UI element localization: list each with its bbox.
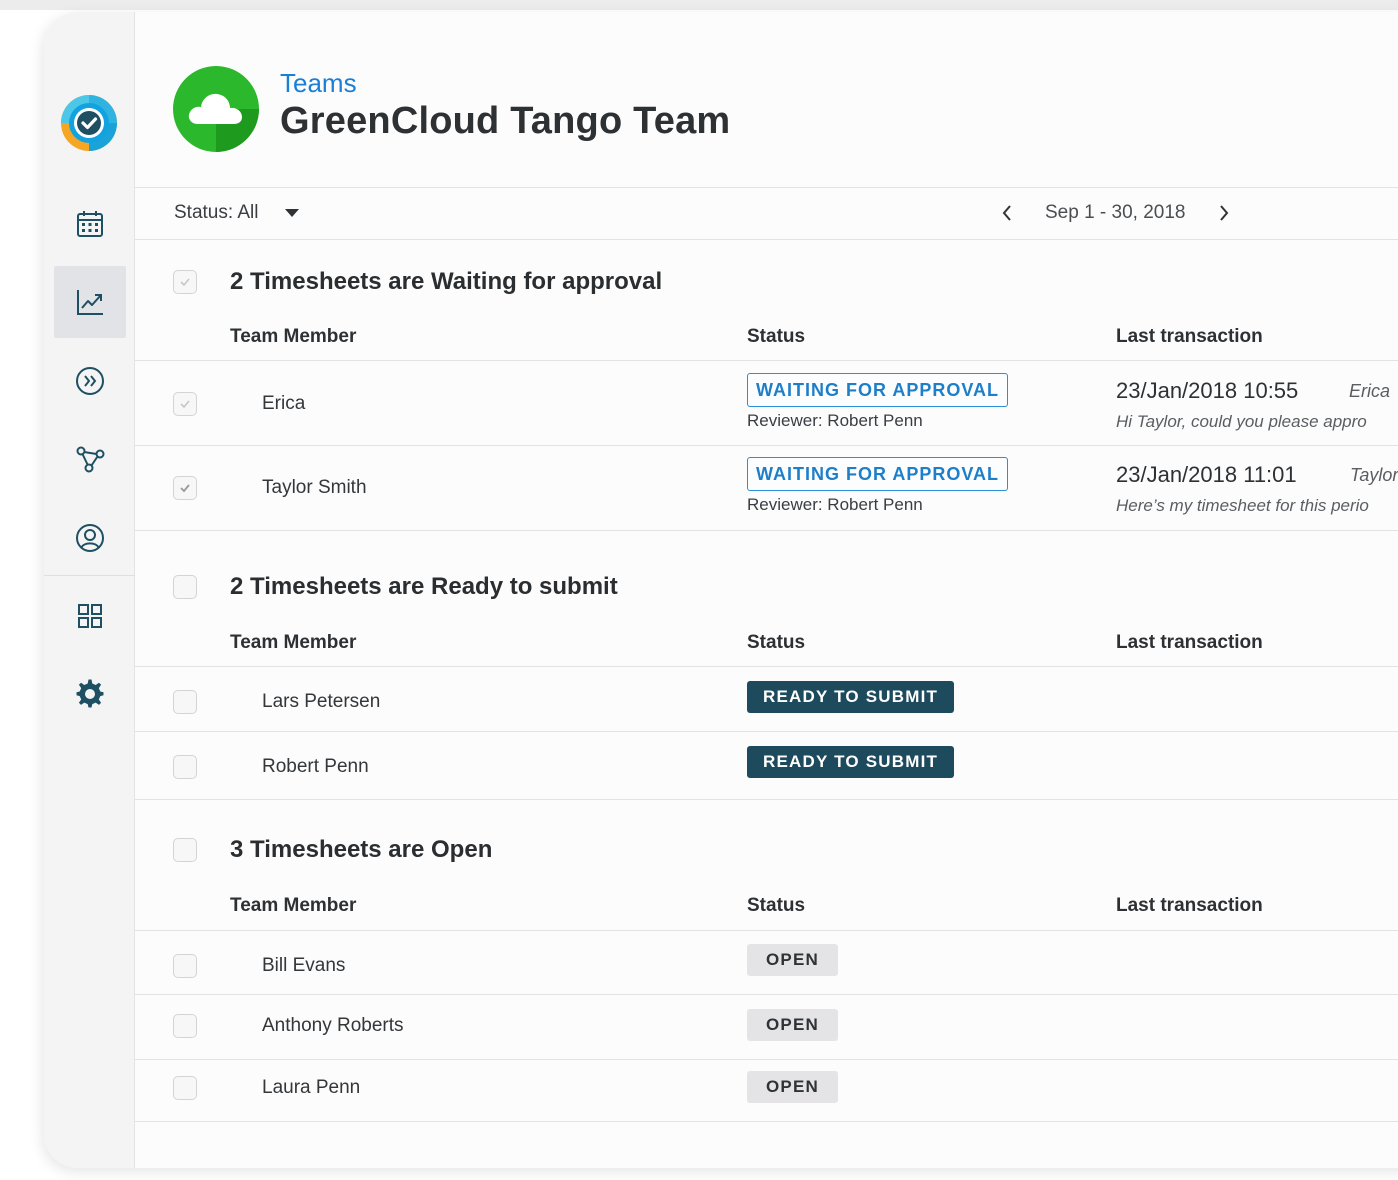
row-checkbox[interactable] bbox=[173, 392, 197, 416]
status-badge-open: OPEN bbox=[747, 944, 838, 976]
date-navigator: Sep 1 - 30, 2018 bbox=[997, 200, 1234, 226]
sidebar-divider bbox=[44, 575, 135, 576]
col-header-member: Team Member bbox=[230, 632, 357, 653]
sidebar-item-calendar[interactable] bbox=[54, 188, 126, 260]
next-period-button[interactable] bbox=[1214, 200, 1234, 226]
check-icon bbox=[180, 278, 190, 287]
app-window: Teams GreenCloud Tango Team Status: All … bbox=[44, 12, 1398, 1168]
transaction-message: Here’s my timesheet for this perio bbox=[1116, 496, 1369, 515]
check-icon bbox=[180, 484, 190, 493]
member-name[interactable]: Taylor Smith bbox=[262, 477, 367, 499]
sidebar-item-profile[interactable] bbox=[54, 502, 126, 574]
section-title-ready: 2 Timesheets are Ready to submit bbox=[230, 573, 618, 600]
calendar-icon bbox=[77, 211, 103, 237]
status-badge-ready: READY TO SUBMIT bbox=[747, 746, 955, 778]
sidebar-item-forward[interactable] bbox=[54, 345, 126, 417]
row-divider bbox=[135, 666, 1398, 667]
transaction-author: Erica bbox=[1349, 381, 1391, 401]
col-header-status: Status bbox=[747, 326, 806, 347]
row-divider bbox=[135, 930, 1398, 931]
select-all-waiting-checkbox[interactable] bbox=[173, 270, 197, 294]
select-all-open-checkbox[interactable] bbox=[173, 838, 197, 862]
sidebar-item-network[interactable] bbox=[54, 423, 126, 495]
col-header-last-transaction: Last transaction bbox=[1116, 326, 1263, 347]
row-divider bbox=[135, 1121, 1398, 1122]
page-title: GreenCloud Tango Team bbox=[280, 100, 731, 142]
status-badge-waiting: WAITING FOR APPROVAL bbox=[747, 457, 1008, 491]
previous-period-button[interactable] bbox=[997, 200, 1017, 226]
status-badge-open: OPEN bbox=[747, 1071, 838, 1103]
app-logo[interactable] bbox=[60, 94, 118, 152]
chevron-right-icon bbox=[1219, 205, 1228, 221]
user-icon bbox=[76, 524, 104, 552]
transaction-date: 23/Jan/2018 10:55 bbox=[1116, 378, 1299, 403]
member-name[interactable]: Anthony Roberts bbox=[262, 1015, 404, 1037]
cloud-icon bbox=[173, 66, 259, 152]
sidebar-item-apps[interactable] bbox=[54, 580, 126, 652]
transaction-message: Hi Taylor, could you please appro bbox=[1116, 412, 1367, 431]
reviewer-label: Reviewer: Robert Penn bbox=[747, 411, 923, 430]
section-title-open: 3 Timesheets are Open bbox=[230, 836, 493, 863]
section-title-waiting: 2 Timesheets are Waiting for approval bbox=[230, 268, 663, 295]
status-filter-label: Status: All bbox=[174, 202, 259, 223]
member-name[interactable]: Erica bbox=[262, 393, 305, 415]
member-name[interactable]: Robert Penn bbox=[262, 756, 369, 778]
main-content: Teams GreenCloud Tango Team Status: All … bbox=[135, 12, 1398, 1168]
row-divider bbox=[135, 360, 1398, 361]
status-badge-ready: READY TO SUBMIT bbox=[747, 681, 955, 713]
status-filter-dropdown[interactable]: Status: All bbox=[174, 202, 299, 224]
page-header: Teams GreenCloud Tango Team bbox=[135, 12, 1398, 187]
col-header-member: Team Member bbox=[230, 895, 357, 916]
row-divider bbox=[135, 731, 1398, 732]
row-divider bbox=[135, 799, 1398, 800]
date-range-label: Sep 1 - 30, 2018 bbox=[1045, 202, 1186, 223]
col-header-last-transaction: Last transaction bbox=[1116, 895, 1263, 916]
row-divider bbox=[135, 445, 1398, 446]
network-icon bbox=[76, 446, 105, 473]
filter-toolbar: Status: All Sep 1 - 30, 2018 bbox=[135, 187, 1398, 240]
row-checkbox[interactable] bbox=[173, 476, 197, 500]
caret-down-icon bbox=[284, 209, 299, 217]
col-header-last-transaction: Last transaction bbox=[1116, 632, 1263, 653]
row-checkbox[interactable] bbox=[173, 954, 197, 978]
top-strip bbox=[0, 0, 1398, 10]
member-name[interactable]: Lars Petersen bbox=[262, 691, 380, 713]
member-name[interactable]: Bill Evans bbox=[262, 955, 345, 977]
chart-icon bbox=[77, 290, 103, 315]
check-icon bbox=[180, 400, 190, 409]
row-checkbox[interactable] bbox=[173, 755, 197, 779]
row-checkbox[interactable] bbox=[173, 1014, 197, 1038]
team-avatar bbox=[173, 66, 259, 152]
status-badge-waiting: WAITING FOR APPROVAL bbox=[747, 373, 1008, 407]
status-badge-open: OPEN bbox=[747, 1009, 838, 1041]
sidebar bbox=[44, 12, 135, 1168]
row-checkbox[interactable] bbox=[173, 690, 197, 714]
row-divider bbox=[135, 994, 1398, 995]
member-name[interactable]: Laura Penn bbox=[262, 1077, 360, 1099]
fast-forward-icon bbox=[76, 367, 104, 395]
select-all-ready-checkbox[interactable] bbox=[173, 575, 197, 599]
row-checkbox[interactable] bbox=[173, 1076, 197, 1100]
col-header-status: Status bbox=[747, 632, 806, 653]
transaction-date: 23/Jan/2018 11:01 bbox=[1116, 462, 1297, 487]
breadcrumb-teams[interactable]: Teams bbox=[280, 68, 357, 99]
grid-icon bbox=[78, 604, 102, 628]
col-header-status: Status bbox=[747, 895, 806, 916]
col-header-member: Team Member bbox=[230, 326, 357, 347]
sidebar-item-reports[interactable] bbox=[54, 266, 126, 338]
reviewer-label: Reviewer: Robert Penn bbox=[747, 495, 923, 514]
row-divider bbox=[135, 530, 1398, 531]
transaction-author: Taylor bbox=[1350, 465, 1398, 485]
chevron-left-icon bbox=[1002, 205, 1011, 221]
gear-icon bbox=[76, 679, 104, 708]
app-logo-icon bbox=[61, 95, 117, 151]
row-divider bbox=[135, 1059, 1398, 1060]
sidebar-item-settings[interactable] bbox=[54, 658, 126, 730]
